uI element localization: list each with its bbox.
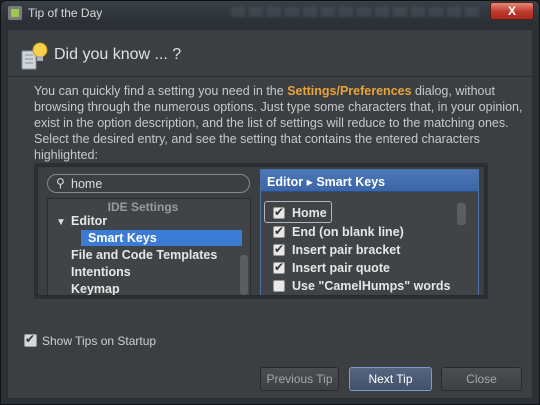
checkbox-checked	[273, 242, 285, 256]
settings-search-input: ⚲ home	[47, 174, 250, 193]
close-button[interactable]: Close	[441, 367, 522, 391]
tip-illustration: ⚲ home IDE Settings ▼ Editor Smart Keys …	[37, 166, 485, 296]
tip-text-before: You can quickly find a setting you need …	[34, 84, 288, 98]
close-window-button[interactable]: X	[490, 2, 534, 20]
checkbox-unchecked	[273, 280, 285, 292]
show-tips-label[interactable]: Show Tips on Startup	[42, 334, 156, 348]
tip-of-the-day-window: Tip of the Day X Did you know ... ? You …	[0, 0, 540, 405]
tip-text-highlight: Settings/Preferences	[287, 84, 412, 98]
tree-item-keymap: Keymap	[71, 282, 120, 296]
dialog-header: Did you know ... ?	[8, 30, 532, 80]
smart-keys-panel: Editor ▸ Smart Keys Home End (on blank l…	[260, 169, 479, 295]
tree-section-header: IDE Settings	[107, 200, 179, 214]
tip-text: You can quickly find a setting you need …	[34, 83, 524, 163]
background-blur	[231, 7, 481, 17]
app-icon	[8, 6, 22, 20]
window-title: Tip of the Day	[28, 6, 103, 20]
checkbox-checked	[273, 260, 285, 274]
dialog-heading: Did you know ... ?	[54, 46, 182, 63]
tree-item-file-code-templates: File and Code Templates	[71, 248, 218, 262]
dialog-content: Did you know ... ? You can quickly find …	[7, 29, 533, 399]
checkbox-checked	[273, 205, 285, 219]
tree-scrollbar	[240, 255, 248, 295]
panel-scrollbar	[457, 203, 466, 225]
option-label: End (on blank line)	[292, 225, 404, 239]
expand-arrow-icon: ▼	[56, 217, 66, 228]
option-label: Use "CamelHumps" words	[292, 279, 451, 293]
tree-item-intentions: Intentions	[71, 265, 131, 279]
search-value: home	[71, 177, 103, 191]
checkbox-checked	[273, 224, 285, 238]
settings-tree: IDE Settings ▼ Editor Smart Keys File an…	[47, 198, 251, 296]
tree-item-editor: Editor	[71, 214, 108, 228]
panel-breadcrumb: Editor ▸ Smart Keys	[261, 170, 478, 192]
next-tip-button[interactable]: Next Tip	[349, 367, 432, 391]
tree-item-smart-keys: Smart Keys	[88, 231, 157, 245]
previous-tip-button[interactable]: Previous Tip	[260, 367, 339, 391]
lightbulb-icon	[21, 42, 48, 70]
title-bar[interactable]: Tip of the Day X	[1, 1, 539, 25]
search-icon: ⚲	[56, 176, 65, 190]
option-label: Home	[292, 206, 327, 220]
option-label: Insert pair quote	[292, 261, 390, 275]
checkbox-checked[interactable]	[24, 332, 37, 347]
header-divider	[8, 76, 532, 77]
option-label: Insert pair bracket	[292, 243, 401, 257]
